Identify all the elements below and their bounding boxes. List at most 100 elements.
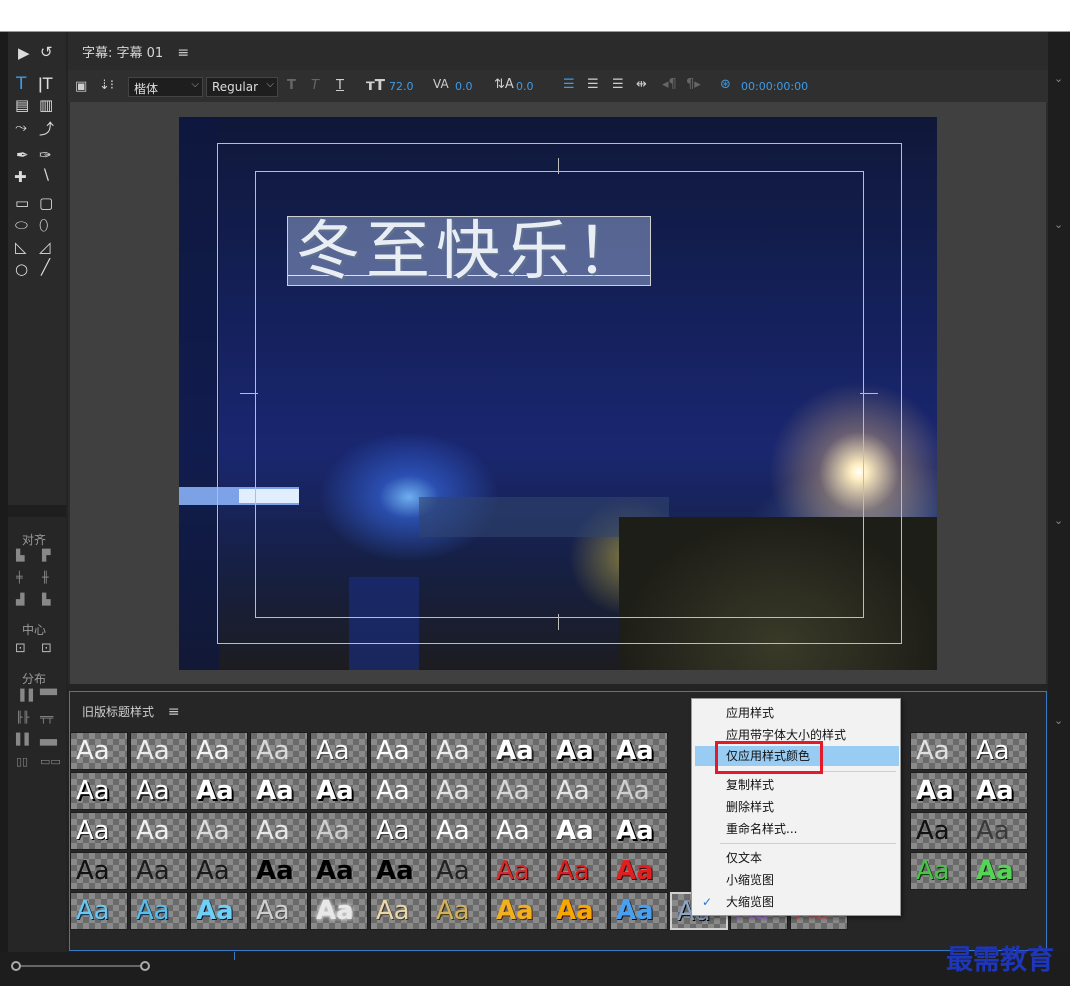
style-swatch[interactable]: Aa — [970, 772, 1028, 810]
menu-item-delete-style[interactable]: 删除样式 — [692, 797, 900, 817]
style-swatch[interactable]: Aa — [130, 852, 188, 890]
nav-prev-icon[interactable]: ◂¶ — [662, 77, 677, 92]
wedge-tool-icon[interactable]: ◺ — [15, 238, 27, 256]
style-swatch[interactable]: Aa — [910, 812, 968, 850]
vertical-path-type-tool-icon[interactable]: ⤴ — [39, 118, 54, 139]
style-swatch[interactable]: Aa — [250, 772, 308, 810]
menu-item-rename-style[interactable]: 重命名样式... — [692, 819, 900, 839]
rectangle-tool-icon[interactable]: ▭ — [15, 194, 29, 212]
style-swatch[interactable]: Aa — [490, 812, 548, 850]
style-swatch[interactable]: Aa — [190, 812, 248, 850]
italic-icon[interactable]: T — [311, 78, 319, 93]
style-swatch[interactable]: Aa — [550, 772, 608, 810]
style-swatch[interactable]: Aa — [310, 732, 368, 770]
style-swatch[interactable]: Aa — [70, 892, 128, 930]
style-swatch[interactable]: Aa — [910, 772, 968, 810]
style-swatch[interactable]: Aa — [490, 732, 548, 770]
style-swatch[interactable]: Aa — [430, 852, 488, 890]
style-swatch[interactable]: Aa — [910, 732, 968, 770]
style-swatch[interactable]: Aa — [70, 852, 128, 890]
area-type-tool-icon[interactable]: ▤ — [15, 96, 29, 114]
styles-menu-icon[interactable]: ≡ — [168, 704, 180, 720]
chevron-down-icon[interactable]: ⌄ — [1054, 218, 1063, 231]
style-swatch[interactable]: Aa — [610, 892, 668, 930]
menu-item-text-only[interactable]: 仅文本 — [692, 848, 900, 868]
distribute-bottom-icon[interactable]: ▄▄ — [40, 733, 57, 746]
distribute-center-icon[interactable]: ╟╟ — [16, 711, 29, 724]
style-swatch[interactable]: Aa — [430, 732, 488, 770]
style-swatch[interactable]: Aa — [190, 892, 248, 930]
style-swatch[interactable]: Aa — [70, 812, 128, 850]
nav-next-icon[interactable]: ¶▸ — [686, 77, 701, 92]
align-center-v-icon[interactable]: ╫ — [42, 571, 49, 584]
convert-anchor-tool-icon[interactable]: ∖ — [41, 166, 51, 184]
rounded-rectangle-tool-icon[interactable]: ▢ — [39, 194, 53, 212]
align-left-text-icon[interactable]: ☰ — [563, 77, 575, 92]
style-swatch[interactable]: Aa — [130, 812, 188, 850]
style-swatch[interactable]: Aa — [490, 892, 548, 930]
center-vertical-icon[interactable]: ⊡ — [41, 641, 52, 656]
align-bottom-icon[interactable]: ▙ — [42, 593, 50, 606]
align-center-h-icon[interactable]: ╪ — [16, 571, 23, 584]
style-swatch[interactable]: Aa — [550, 852, 608, 890]
clipped-rectangle-tool-icon[interactable]: ⬭ — [15, 216, 28, 234]
style-swatch[interactable]: Aa — [490, 852, 548, 890]
style-swatch[interactable]: Aa — [910, 852, 968, 890]
style-swatch[interactable]: Aa — [610, 732, 668, 770]
style-swatch[interactable]: Aa — [550, 892, 608, 930]
style-swatch[interactable]: Aa — [370, 812, 428, 850]
align-right-text-icon[interactable]: ☰ — [612, 77, 624, 92]
menu-item-apply-style[interactable]: 应用样式 — [692, 703, 900, 723]
panel-menu-icon[interactable]: ≡ — [177, 45, 189, 61]
font-size-value[interactable]: 72.0 — [389, 80, 414, 93]
rotation-tool-icon[interactable]: ↺ — [40, 43, 53, 61]
bold-icon[interactable]: T — [287, 78, 296, 93]
style-swatch[interactable]: Aa — [430, 892, 488, 930]
style-swatch[interactable]: Aa — [250, 732, 308, 770]
chevron-down-icon[interactable]: ⌄ — [1054, 714, 1063, 727]
vertical-area-type-tool-icon[interactable]: ▥ — [39, 96, 53, 114]
menu-item-large-thumbnails[interactable]: ✓ 大缩览图 — [692, 892, 900, 912]
style-swatch[interactable]: Aa — [370, 852, 428, 890]
distribute-top-icon[interactable]: ▀▀ — [40, 689, 57, 702]
style-swatch[interactable]: Aa — [310, 892, 368, 930]
zoom-slider-start-handle[interactable] — [11, 961, 21, 971]
style-swatch[interactable]: Aa — [370, 892, 428, 930]
align-center-text-icon[interactable]: ☰ — [587, 77, 599, 92]
style-swatch[interactable]: Aa — [970, 812, 1028, 850]
style-swatch[interactable]: Aa — [310, 772, 368, 810]
style-swatch[interactable]: Aa — [310, 852, 368, 890]
style-swatch[interactable]: Aa — [970, 732, 1028, 770]
style-swatch[interactable]: Aa — [130, 892, 188, 930]
background-video-icon[interactable]: ▣ — [75, 79, 87, 94]
caption-text[interactable]: 冬至快乐！ — [296, 200, 646, 292]
style-swatch[interactable]: Aa — [610, 852, 668, 890]
distribute-right-icon[interactable]: ▌▌ — [16, 733, 33, 746]
style-swatch[interactable]: Aa — [190, 732, 248, 770]
chevron-down-icon[interactable]: ⌄ — [1054, 72, 1063, 85]
style-swatch[interactable]: Aa — [490, 772, 548, 810]
vertical-type-tool-icon[interactable]: ǀT — [38, 74, 53, 93]
timecode-value[interactable]: 00:00:00:00 — [741, 80, 808, 93]
tab-stops-button-icon[interactable]: ⇹ — [636, 77, 647, 92]
timecode-sync-icon[interactable]: ⊛ — [720, 77, 731, 92]
underline-icon[interactable]: T — [336, 78, 344, 93]
arc-tool-icon[interactable]: ◿ — [39, 238, 51, 256]
style-swatch[interactable]: Aa — [430, 812, 488, 850]
style-swatch[interactable]: Aa — [250, 852, 308, 890]
pen-tool-icon[interactable]: ✒ — [16, 146, 29, 164]
distribute-middle-icon[interactable]: ╤╤ — [40, 711, 53, 724]
distribute-space-h-icon[interactable]: ▯▯ — [16, 755, 28, 768]
style-swatch[interactable]: Aa — [250, 892, 308, 930]
delete-anchor-tool-icon[interactable]: ✑ — [39, 146, 52, 164]
selection-tool-icon[interactable]: ▶ — [18, 44, 30, 62]
align-right-icon[interactable]: ▟ — [16, 593, 24, 606]
style-swatch[interactable]: Aa — [70, 772, 128, 810]
align-top-icon[interactable]: ▛ — [42, 549, 50, 562]
style-swatch[interactable]: Aa — [610, 812, 668, 850]
font-family-select[interactable]: 楷体 ⌵ — [128, 77, 203, 97]
style-swatch[interactable]: Aa — [130, 772, 188, 810]
menu-item-duplicate-style[interactable]: 复制样式 — [692, 775, 900, 795]
leading-value[interactable]: 0.0 — [516, 80, 534, 93]
round-rectangle-tool-icon[interactable]: ⬯ — [39, 216, 48, 234]
